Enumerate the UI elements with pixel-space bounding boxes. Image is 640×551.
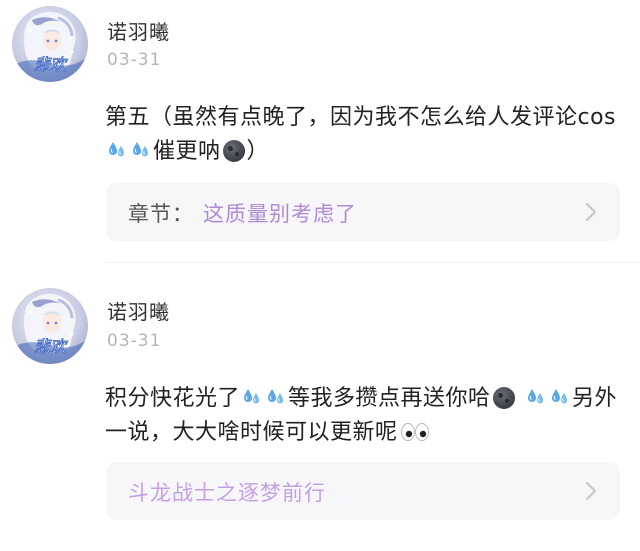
new-moon-face-emoji bbox=[222, 140, 245, 162]
comment-date: 03-31 bbox=[107, 331, 162, 351]
chapter-title-link[interactable]: 斗龙战士之逐梦前行 bbox=[128, 477, 326, 507]
chevron-right-icon bbox=[585, 481, 597, 501]
comment-text-part: 第五（虽然有点晚了，因为我不怎么给人发评论cos bbox=[105, 105, 617, 130]
sweat-droplets-emoji bbox=[266, 387, 286, 407]
comment-date: 03-31 bbox=[107, 50, 162, 70]
comment-item: 诺羽曦 03-31 第五（虽然有点晚了，因为我不怎么给人发评论cos 催更呐 ） 章… bbox=[0, 0, 640, 262]
username[interactable]: 诺羽曦 bbox=[107, 296, 170, 325]
comment-text: 第五（虽然有点晚了，因为我不怎么给人发评论cos 催更呐 ） bbox=[105, 101, 620, 169]
sweat-droplets-emoji bbox=[131, 140, 151, 160]
sweat-droplets-emoji bbox=[242, 387, 262, 407]
comment-item: 诺羽曦 03-31 积分快花光了 等我多攒点再送你哈 另外一说，大大啥时候可以更新… bbox=[0, 272, 640, 551]
sweat-droplets-emoji bbox=[526, 387, 546, 407]
avatar-image bbox=[12, 6, 88, 82]
chapter-link-bar[interactable]: 斗龙战士之逐梦前行 bbox=[106, 462, 620, 520]
chapter-title-link[interactable]: 这质量别考虑了 bbox=[203, 198, 357, 228]
eyes-emoji bbox=[400, 422, 430, 442]
sweat-droplets-emoji bbox=[550, 387, 570, 407]
sweat-droplets-emoji bbox=[107, 140, 127, 160]
avatar[interactable] bbox=[12, 288, 88, 364]
chapter-label: 章节： bbox=[128, 202, 194, 226]
comment-text-part: ） bbox=[246, 139, 270, 164]
new-moon-face-emoji bbox=[492, 387, 515, 409]
divider bbox=[106, 262, 640, 263]
username[interactable]: 诺羽曦 bbox=[107, 16, 170, 45]
chevron-right-icon bbox=[585, 202, 597, 222]
comment-text-part: 催更呐 bbox=[153, 139, 221, 164]
avatar[interactable] bbox=[12, 6, 88, 82]
comment-text: 积分快花光了 等我多攒点再送你哈 另外一说，大大啥时候可以更新呢 bbox=[105, 382, 620, 450]
comment-text-part: 积分快花光了 bbox=[105, 386, 241, 411]
chapter-link-bar[interactable]: 章节： 这质量别考虑了 bbox=[106, 183, 620, 241]
comment-text-part: 等我多攒点再送你哈 bbox=[288, 386, 491, 411]
avatar-image bbox=[12, 288, 88, 364]
